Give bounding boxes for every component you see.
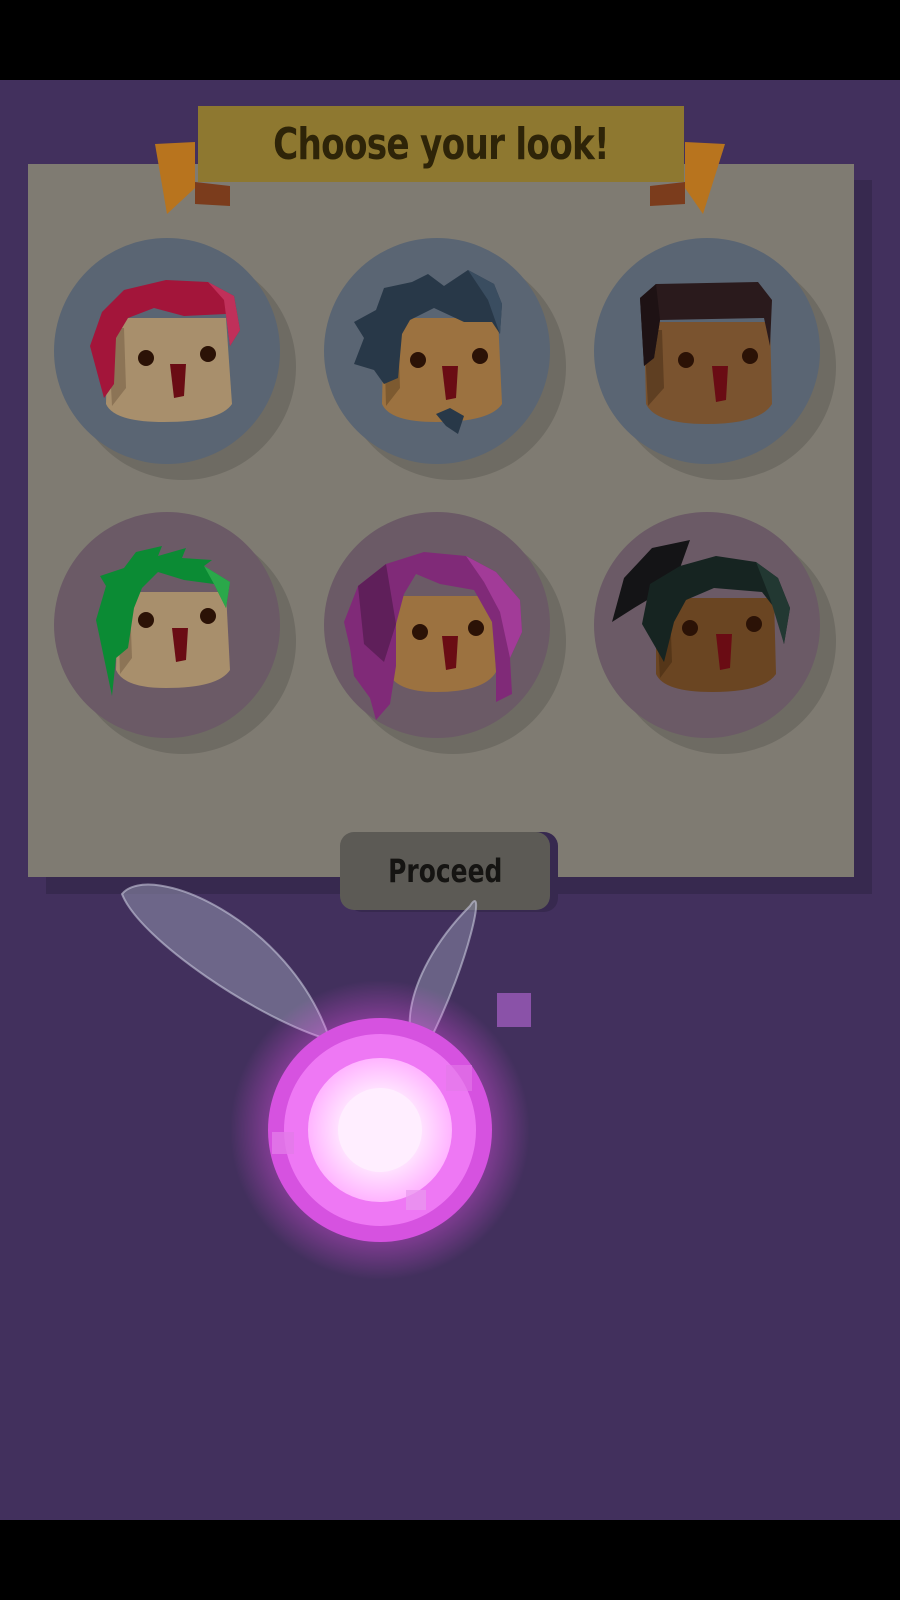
avatar-option-dark-hair[interactable] <box>594 238 836 480</box>
face-red-hair-icon <box>90 280 240 422</box>
avatar-option-ponytail-hair[interactable] <box>594 512 836 754</box>
avatar-option-red-hair[interactable] <box>54 238 296 480</box>
face-dark-hair-icon <box>640 282 772 424</box>
face-ponytail-hair-icon <box>612 540 790 692</box>
sparkle-pixel <box>497 993 531 1027</box>
avatar-option-blue-hair[interactable] <box>324 238 566 480</box>
proceed-button[interactable]: Proceed <box>340 832 550 910</box>
title-text: Choose your look! <box>273 118 610 170</box>
face-blue-hair-icon <box>354 270 502 434</box>
avatar-option-green-hair[interactable] <box>54 512 296 754</box>
face-magenta-hair-icon <box>344 552 522 720</box>
proceed-button-label: Proceed <box>387 852 503 890</box>
game-screen: Choose your look! Proceed <box>0 80 900 1520</box>
face-green-hair-icon <box>96 546 230 696</box>
avatar-option-magenta-hair[interactable] <box>324 512 566 754</box>
